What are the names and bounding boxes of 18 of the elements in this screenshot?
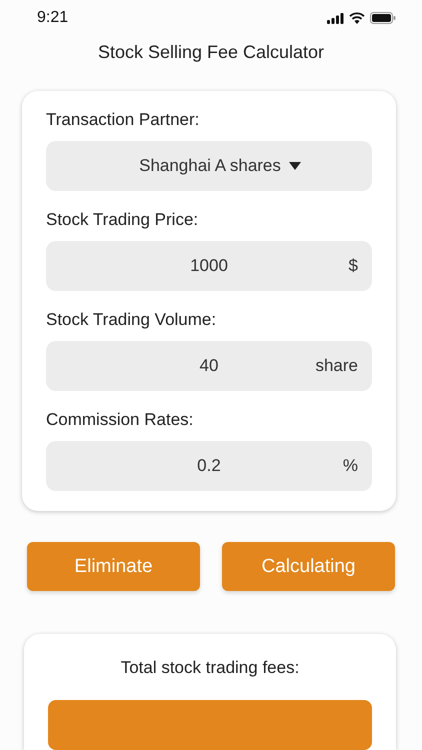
unit-label: $ <box>348 256 358 276</box>
partner-select[interactable]: Shanghai A shares <box>46 141 372 191</box>
field-value: 40 <box>200 356 218 376</box>
input-field[interactable]: 1000 $ <box>46 241 372 291</box>
input-field[interactable]: 0.2 % <box>46 441 372 491</box>
field-label: Commission Rates: <box>46 409 194 431</box>
field-label: Stock Trading Price: <box>46 209 200 231</box>
result-label: Total stock trading fees: <box>120 658 300 678</box>
unit-label: % <box>342 456 358 476</box>
page-title: Stock Selling Fee Calculator <box>96 42 326 63</box>
field-value: 1000 <box>190 256 228 276</box>
select-value: Shanghai A shares <box>139 156 281 176</box>
field-label: Transaction Partner: <box>46 109 200 131</box>
status-time: 9:21 <box>37 9 68 27</box>
field-value: 0.2 <box>197 456 221 476</box>
unit-label: share <box>315 356 358 376</box>
field-label: Stock Trading Volume: <box>46 309 218 331</box>
input-field[interactable]: 40 share <box>46 341 372 391</box>
